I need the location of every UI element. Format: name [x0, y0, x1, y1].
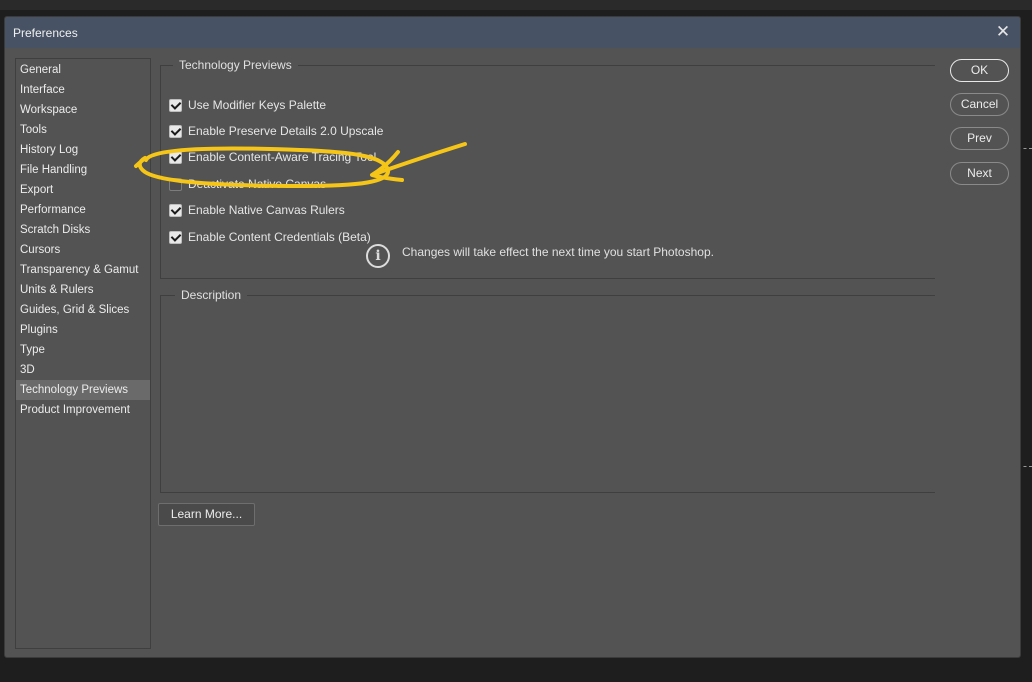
- option-label: Enable Content Credentials (Beta): [188, 230, 371, 244]
- group-legend: Description: [175, 288, 248, 302]
- sidebar-item-workspace[interactable]: Workspace: [16, 100, 150, 120]
- option-row[interactable]: Deactivate Native Canvas: [169, 176, 326, 192]
- checkbox-checked[interactable]: [169, 150, 182, 164]
- checkbox-checked[interactable]: [169, 124, 182, 138]
- sidebar-item-transparency-gamut[interactable]: Transparency & Gamut: [16, 260, 150, 280]
- option-label: Deactivate Native Canvas: [188, 177, 327, 191]
- background-bar: [0, 0, 1032, 10]
- sidebar-item-file-handling[interactable]: File Handling: [16, 160, 150, 180]
- technology-previews-group: Technology Previews Use Modifier Keys Pa…: [160, 58, 935, 279]
- sidebar-item-3d[interactable]: 3D: [16, 360, 150, 380]
- checkbox-checked[interactable]: [169, 203, 182, 217]
- dialog-title: Preferences: [13, 26, 78, 40]
- sidebar-item-type[interactable]: Type: [16, 340, 150, 360]
- group-legend: Technology Previews: [173, 58, 298, 72]
- description-group: Description: [160, 288, 935, 493]
- next-button[interactable]: Next: [950, 162, 1009, 185]
- sidebar-item-general[interactable]: General: [16, 60, 150, 80]
- sidebar-item-performance[interactable]: Performance: [16, 200, 150, 220]
- info-icon: i: [366, 244, 390, 268]
- close-icon[interactable]: ✕: [994, 23, 1012, 41]
- sidebar-item-export[interactable]: Export: [16, 180, 150, 200]
- sidebar-item-units-rulers[interactable]: Units & Rulers: [16, 280, 150, 300]
- option-label: Enable Content-Aware Tracing Tool: [188, 150, 377, 164]
- option-label: Use Modifier Keys Palette: [188, 98, 327, 112]
- sidebar-item-technology-previews[interactable]: Technology Previews: [16, 380, 150, 400]
- option-label: Enable Native Canvas Rulers: [188, 203, 345, 217]
- option-row[interactable]: Use Modifier Keys Palette: [169, 97, 326, 113]
- option-row[interactable]: Enable Native Canvas Rulers: [169, 202, 345, 218]
- sidebar-item-scratch-disks[interactable]: Scratch Disks: [16, 220, 150, 240]
- preferences-dialog: Preferences ✕ General Interface Workspace T…: [4, 16, 1021, 658]
- restart-notice: i Changes will take effect the next time…: [366, 244, 714, 268]
- title-bar: Preferences ✕: [5, 17, 1020, 48]
- option-row[interactable]: Enable Content Credentials (Beta): [169, 229, 371, 245]
- checkbox-unchecked[interactable]: [169, 177, 182, 191]
- cancel-button[interactable]: Cancel: [950, 93, 1009, 116]
- preferences-sidebar: General Interface Workspace Tools History Lo…: [15, 58, 151, 649]
- learn-more-button[interactable]: Learn More...: [158, 503, 255, 526]
- option-label: Enable Preserve Details 2.0 Upscale: [188, 124, 384, 138]
- sidebar-item-plugins[interactable]: Plugins: [16, 320, 150, 340]
- sidebar-item-interface[interactable]: Interface: [16, 80, 150, 100]
- sidebar-item-tools[interactable]: Tools: [16, 120, 150, 140]
- option-row[interactable]: Enable Preserve Details 2.0 Upscale: [169, 123, 383, 139]
- sidebar-list: General Interface Workspace Tools History Lo…: [16, 59, 150, 420]
- checkbox-checked[interactable]: [169, 98, 182, 112]
- sidebar-item-cursors[interactable]: Cursors: [16, 240, 150, 260]
- option-row[interactable]: Enable Content-Aware Tracing Tool: [169, 149, 376, 165]
- ok-button[interactable]: OK: [950, 59, 1009, 82]
- sidebar-item-product-improvement[interactable]: Product Improvement: [16, 400, 150, 420]
- checkbox-checked[interactable]: [169, 230, 182, 244]
- sidebar-item-guides-grid-slices[interactable]: Guides, Grid & Slices: [16, 300, 150, 320]
- sidebar-item-history-log[interactable]: History Log: [16, 140, 150, 160]
- prev-button[interactable]: Prev: [950, 127, 1009, 150]
- notice-text: Changes will take effect the next time y…: [402, 245, 714, 259]
